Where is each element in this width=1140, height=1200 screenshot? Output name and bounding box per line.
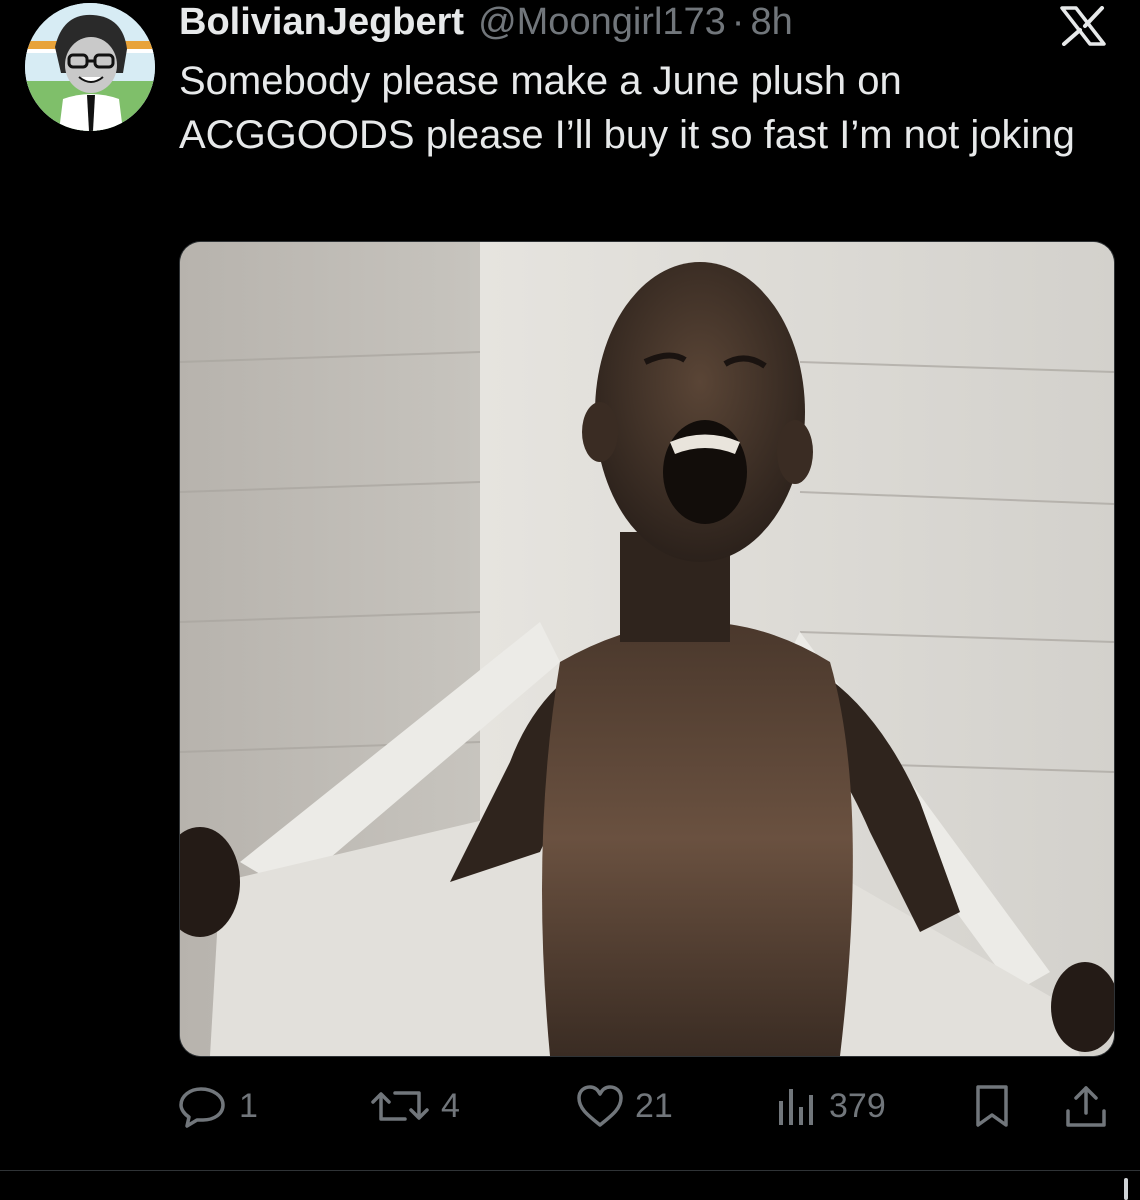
tweet-text: Somebody please make a June plush on ACG… xyxy=(179,59,1075,157)
divider xyxy=(0,1170,1140,1171)
bookmark-icon xyxy=(969,1083,1015,1129)
tweet-header: BolivianJegbert @Moongirl173 · 8h xyxy=(179,0,793,44)
avatar[interactable] xyxy=(25,3,155,131)
retweet-button[interactable]: 4 xyxy=(369,1080,460,1132)
bookmark-button[interactable] xyxy=(969,1080,1015,1132)
views-count: 379 xyxy=(829,1086,886,1125)
avatar-image xyxy=(25,3,155,131)
retweet-icon xyxy=(369,1083,431,1129)
display-name[interactable]: BolivianJegbert xyxy=(179,0,464,44)
heart-icon xyxy=(575,1083,625,1129)
x-logo-icon xyxy=(1058,6,1108,46)
like-count: 21 xyxy=(635,1086,673,1125)
action-bar: 1 4 21 379 xyxy=(179,1080,1113,1132)
share-icon xyxy=(1063,1083,1109,1129)
scrollbar[interactable] xyxy=(1124,1178,1128,1200)
tweet-media[interactable] xyxy=(179,241,1115,1057)
reply-button[interactable]: 1 xyxy=(179,1080,258,1132)
share-button[interactable] xyxy=(1063,1080,1109,1132)
user-handle[interactable]: @Moongirl173 xyxy=(478,0,726,44)
meme-photo xyxy=(180,242,1114,1056)
reply-icon xyxy=(179,1083,229,1129)
timestamp[interactable]: 8h xyxy=(750,0,792,44)
reply-count: 1 xyxy=(239,1086,258,1125)
like-button[interactable]: 21 xyxy=(575,1080,673,1132)
views-icon xyxy=(775,1083,819,1129)
views-button[interactable]: 379 xyxy=(775,1080,886,1132)
separator-dot: · xyxy=(731,1,745,43)
retweet-count: 4 xyxy=(441,1086,460,1125)
